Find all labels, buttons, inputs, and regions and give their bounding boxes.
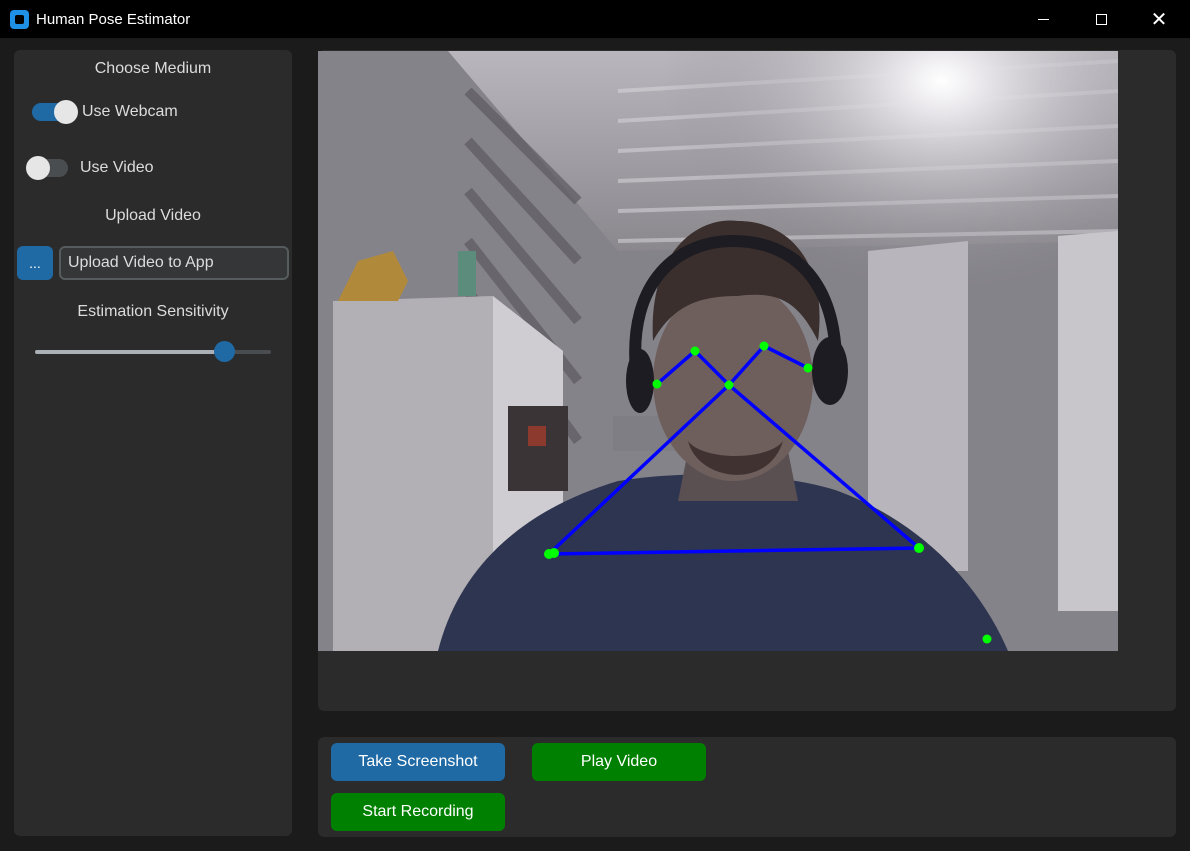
slider-fill	[35, 350, 224, 354]
webcam-image	[318, 51, 1118, 651]
video-switch-label[interactable]: Use Video	[80, 159, 154, 177]
maximize-icon	[1095, 13, 1107, 25]
start-recording-button[interactable]: Start Recording	[331, 793, 505, 831]
take-screenshot-button[interactable]: Take Screenshot	[331, 743, 505, 781]
webcam-switch[interactable]	[32, 100, 78, 124]
webcam-switch-row[interactable]: Use Webcam	[32, 100, 178, 124]
minimize-button[interactable]	[1014, 0, 1072, 38]
sensitivity-slider[interactable]	[35, 341, 271, 362]
switch-knob	[54, 100, 78, 124]
title-bar: Human Pose Estimator ✕	[0, 0, 1190, 38]
video-switch[interactable]	[26, 156, 68, 180]
video-panel	[318, 50, 1176, 711]
webcam-feed	[318, 51, 1118, 651]
sidebar: Choose Medium Use Webcam Use Video Uploa…	[14, 50, 292, 836]
controls-panel: Take Screenshot Play Video Start Recordi…	[318, 737, 1176, 837]
close-icon: ✕	[1150, 7, 1168, 31]
switch-knob	[26, 156, 50, 180]
maximize-button[interactable]	[1072, 0, 1130, 38]
play-video-button[interactable]: Play Video	[532, 743, 706, 781]
close-button[interactable]: ✕	[1130, 0, 1188, 38]
upload-video-heading: Upload Video	[105, 207, 201, 224]
video-switch-row[interactable]: Use Video	[26, 156, 154, 180]
app-icon	[10, 10, 29, 29]
browse-button[interactable]: ...	[17, 246, 53, 280]
choose-medium-heading: Choose Medium	[94, 60, 212, 77]
webcam-switch-label[interactable]: Use Webcam	[82, 103, 178, 121]
upload-video-entry[interactable]: Upload Video to App	[59, 246, 289, 280]
estimation-sensitivity-heading: Estimation Sensitivity	[77, 303, 229, 320]
minimize-icon	[1037, 18, 1049, 20]
window-title: Human Pose Estimator	[36, 11, 191, 28]
slider-thumb[interactable]	[214, 341, 235, 362]
